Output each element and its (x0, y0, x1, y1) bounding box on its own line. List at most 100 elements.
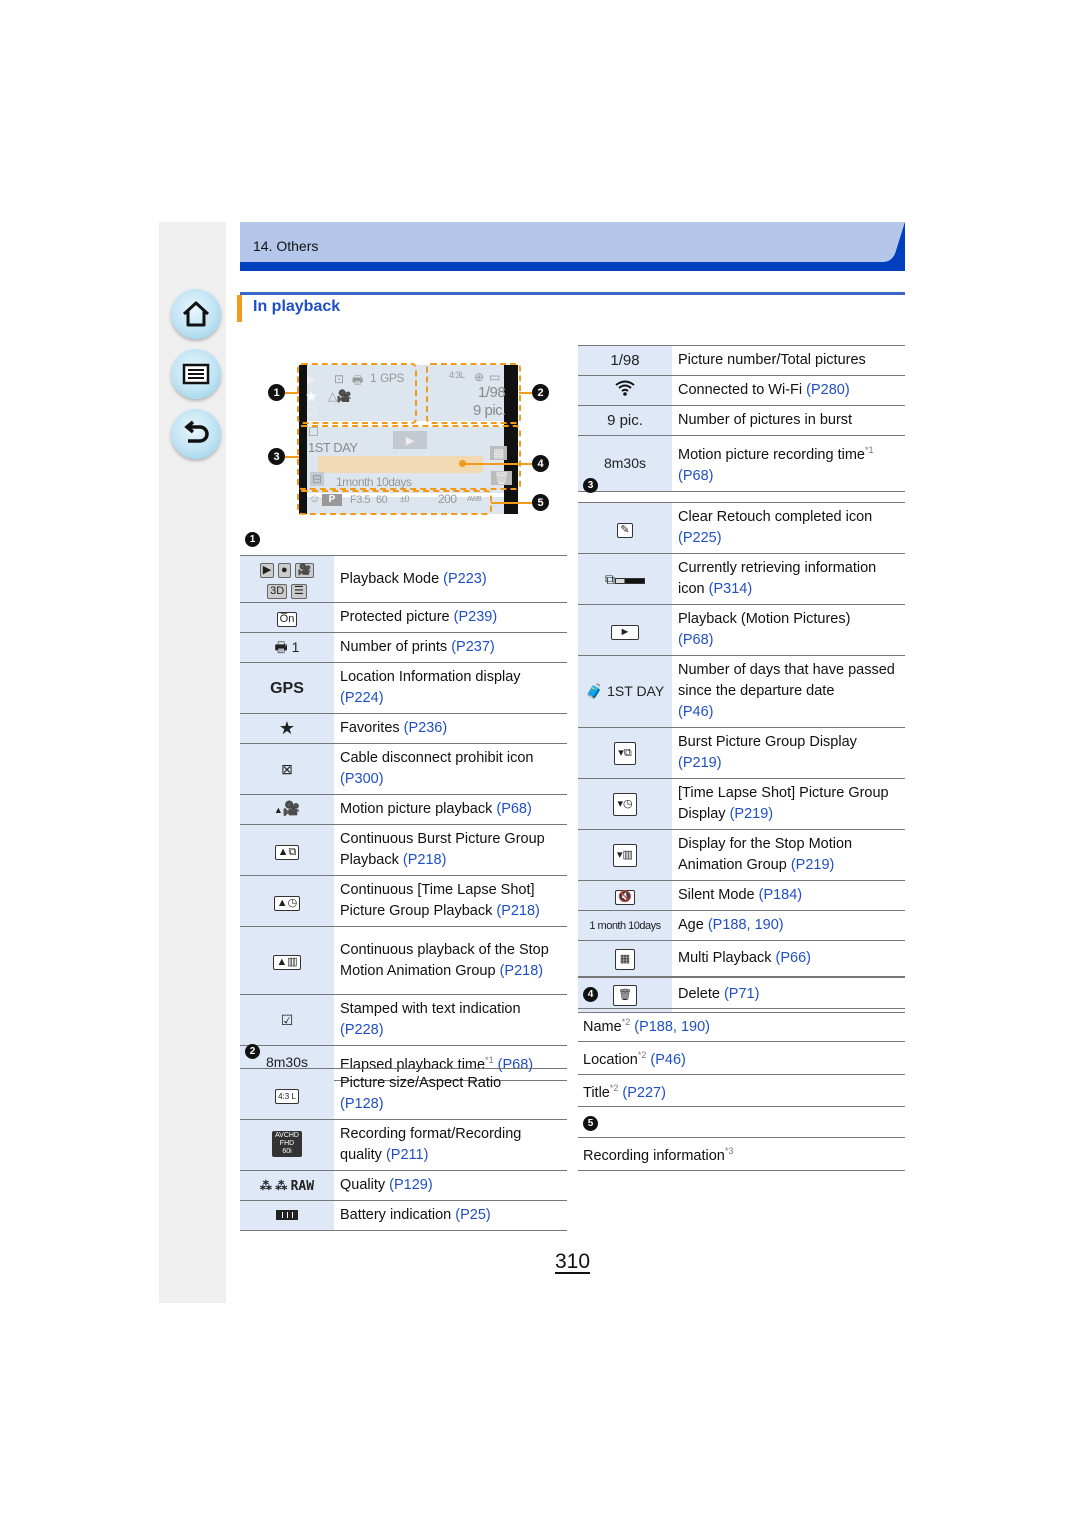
page-link[interactable]: (P228) (340, 1022, 384, 1038)
page-link[interactable]: (P218) (496, 903, 540, 919)
chapter-title: 14. Others (253, 238, 319, 254)
page-link[interactable]: (P219) (730, 806, 774, 822)
footnote-mark: *1 (864, 445, 874, 455)
page-link[interactable]: (P219) (791, 857, 835, 873)
row-label: Title (583, 1084, 610, 1101)
stop-motion-group-icon: ▾▥ (578, 829, 672, 881)
row-label: Number of pictures in burst (678, 412, 853, 428)
group-1-table: ▶ ● 🎥 3D ☰ Playback Mode (P223) O̅n Prot… (240, 555, 567, 1081)
page-link[interactable]: (P223) (443, 571, 487, 587)
picture-number: 1/98 (578, 345, 672, 376)
group-5-header-row: 5 (578, 1106, 905, 1138)
mode-badge: P (322, 494, 342, 506)
table-row: Name*2 (P188, 190) (578, 1008, 905, 1042)
row-label: Clear Retouch completed icon (678, 509, 873, 525)
table-row: ► Playback (Motion Pictures) (P68) (578, 604, 905, 656)
row-label: Location (583, 1051, 638, 1068)
page-link[interactable]: (P280) (806, 382, 850, 398)
multi-playback-icon[interactable]: ▦ (490, 446, 507, 460)
footnote-mark: *2 (609, 1082, 619, 1093)
row-label: Cable disconnect prohibit icon (340, 750, 534, 766)
recording-format-icon: AVCHD FHD 60i (240, 1119, 334, 1171)
page-link[interactable]: (P227) (622, 1084, 666, 1100)
table-row: Connected to Wi-Fi (P280) (578, 375, 905, 406)
page-link[interactable]: (P237) (451, 639, 495, 655)
callout-3: 3 (268, 448, 285, 465)
page-link[interactable]: (P224) (340, 690, 384, 706)
print-icon: 🖶 1 (240, 632, 334, 663)
row-label: Location Information display (340, 669, 521, 685)
cable-disconnect-icon: ⊠ (240, 743, 334, 795)
callout-1: 1 (268, 384, 285, 401)
footnote-mark: *1 (485, 1055, 494, 1065)
page-link[interactable]: (P46) (678, 704, 713, 720)
table-row: 🖶 1 Number of prints (P237) (240, 632, 567, 663)
row-label: Battery indication (340, 1207, 452, 1223)
delete-icon[interactable]: 🗑 (491, 471, 512, 485)
iso: 200 (438, 492, 457, 506)
row-label: Stamped with text indication (340, 1001, 521, 1017)
group-5-marker: 5 (583, 1115, 598, 1131)
page-link[interactable]: (P129) (389, 1177, 433, 1193)
page-link[interactable]: (P68) (678, 468, 713, 484)
home-button[interactable] (171, 289, 221, 339)
page-link[interactable]: (P225) (678, 530, 722, 546)
row-label: Motion picture playback (340, 801, 493, 817)
contents-button[interactable] (171, 349, 221, 399)
group-4-header-row: 4 (578, 977, 905, 1009)
gps-label: GPS (270, 679, 304, 697)
text-stamp-icon: ☑ (240, 994, 334, 1046)
group-4-table: 4 Name*2 (P188, 190) Location *2 (P46) Ti… (578, 977, 905, 1172)
table-row: ▾⧉ Burst Picture Group Display (P219) (578, 727, 905, 779)
table-row: 8m30s Motion picture recording time*1 (P6… (578, 435, 905, 492)
table-row: O̅n Protected picture (P239) (240, 602, 567, 633)
shutter: 60 (376, 494, 388, 506)
age: 1 month 10days (578, 910, 672, 941)
group-3-marker: 3 (583, 478, 598, 493)
page-link[interactable]: (P188, 190) (708, 917, 784, 933)
playback-mode-icons: ▶ ● 🎥 3D ☰ (240, 555, 334, 603)
page-link[interactable]: (P188, 190) (634, 1019, 710, 1035)
burst-count: 9 pic. (473, 402, 506, 419)
page-link[interactable]: (P314) (709, 581, 753, 597)
table-row: 4:3 L Picture size/Aspect Ratio (P128) (240, 1068, 567, 1120)
row-label: Picture number/Total pictures (678, 352, 866, 368)
row-label: Playback (Motion Pictures) (678, 611, 851, 627)
page-link[interactable]: (P218) (403, 852, 447, 868)
page-link[interactable]: (P239) (454, 609, 498, 625)
burst-group-icon: ⊟ (310, 472, 324, 486)
table-row: ☑ Stamped with text indication (P228) (240, 994, 567, 1046)
page-link[interactable]: (P66) (776, 950, 811, 966)
travel-day-label: 1ST DAY (607, 683, 665, 699)
page-link[interactable]: (P68) (678, 632, 713, 648)
page-link[interactable]: (P211) (386, 1147, 428, 1163)
page-link[interactable]: (P218) (500, 963, 544, 979)
page-link[interactable]: (P25) (455, 1207, 490, 1223)
row-label: Motion picture recording time (678, 446, 865, 463)
callout-4: 4 (532, 455, 549, 472)
table-row: 🧳 1ST DAY Number of days that have passe… (578, 655, 905, 728)
section-accent (237, 295, 242, 322)
table-row: ▾▥ Display for the Stop Motion Animation… (578, 829, 905, 881)
motion-picture-icon: ▲🎥 (240, 794, 334, 825)
page-link[interactable]: (P68) (496, 801, 531, 817)
page-number: 310 (555, 1250, 591, 1273)
page-link[interactable]: (P300) (340, 771, 384, 787)
page-link[interactable]: (P184) (759, 887, 803, 903)
protect-icon: ⊡ (334, 372, 344, 386)
footnote-mark: *2 (621, 1017, 631, 1027)
text-stamp-icon: ☑ (306, 405, 317, 419)
white-balance: AWB (467, 496, 482, 503)
page-link[interactable]: (P128) (340, 1096, 384, 1112)
age-text: 1month 10days (336, 475, 412, 489)
favorite-star-icon: ★ (305, 388, 318, 404)
page-link[interactable]: (P219) (678, 755, 722, 771)
picture-size-label: 4:3 L (275, 1088, 299, 1104)
group-3-table: ✎ Clear Retouch completed icon (P225) ⧉ C… (578, 502, 905, 1013)
row-label: Quality (340, 1177, 386, 1193)
page-link[interactable]: (P236) (404, 720, 448, 736)
page-link[interactable]: (P46) (650, 1052, 685, 1068)
play-icon[interactable]: ▶ (393, 431, 427, 449)
back-button[interactable] (171, 409, 221, 459)
row-label: Number of prints (340, 639, 448, 655)
